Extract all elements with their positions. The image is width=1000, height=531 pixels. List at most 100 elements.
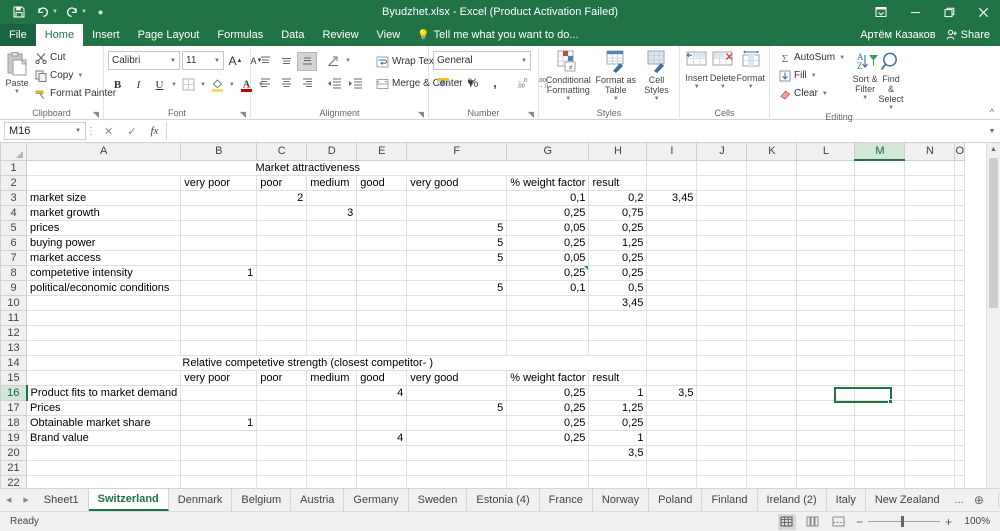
row-header-6[interactable]: 6: [0, 234, 27, 251]
cell-j14[interactable]: [696, 354, 748, 371]
cell-d20[interactable]: [306, 444, 358, 461]
cell-e22[interactable]: [356, 474, 408, 488]
number-format-box[interactable]: General ▼: [433, 51, 531, 70]
cell-b10[interactable]: [180, 294, 258, 311]
comma-style-button[interactable]: ,: [485, 73, 505, 92]
decrease-indent-button[interactable]: [324, 74, 344, 93]
cell-a22[interactable]: [25, 474, 182, 488]
cell-m3[interactable]: [854, 189, 906, 206]
cell-l20[interactable]: [796, 444, 856, 461]
cell-j16[interactable]: [696, 384, 748, 401]
cell-o17[interactable]: [954, 399, 965, 416]
cell-i20[interactable]: [646, 444, 698, 461]
cell-g17[interactable]: 0,25: [506, 399, 590, 416]
cell-f15[interactable]: very good: [406, 369, 508, 386]
cell-f9[interactable]: 5: [406, 279, 508, 296]
cell-n19[interactable]: [904, 429, 956, 446]
cell-a1-title[interactable]: Market attractiveness: [26, 159, 589, 176]
align-center-button[interactable]: [276, 74, 296, 93]
undo-icon[interactable]: [32, 2, 54, 22]
font-size-dropdown-icon[interactable]: ▼: [210, 58, 220, 64]
column-header-j[interactable]: J: [696, 143, 748, 161]
cell-o10[interactable]: [954, 294, 965, 311]
account-name[interactable]: Артём Казаков: [860, 29, 935, 41]
sheet-tab-new-zealand[interactable]: New Zealand: [865, 489, 949, 511]
align-left-button[interactable]: [255, 74, 275, 93]
cell-l3[interactable]: [796, 189, 856, 206]
font-name-box[interactable]: Calibri ▼: [108, 51, 180, 70]
format-as-table-dropdown-icon[interactable]: ▼: [613, 96, 619, 103]
cell-i8[interactable]: [646, 264, 698, 281]
cell-b11[interactable]: [180, 309, 258, 326]
sheet-tab-ireland-2[interactable]: Ireland (2): [757, 489, 827, 511]
cell-j18[interactable]: [696, 414, 748, 431]
cell-l18[interactable]: [796, 414, 856, 431]
cell-n11[interactable]: [904, 309, 956, 326]
cell-a18[interactable]: Obtainable market share: [25, 414, 182, 431]
cell-o8[interactable]: [954, 264, 965, 281]
cell-j7[interactable]: [696, 249, 748, 266]
share-button[interactable]: Share: [946, 29, 990, 41]
cell-k3[interactable]: [746, 189, 798, 206]
cell-n8[interactable]: [904, 264, 956, 281]
previous-sheet-icon[interactable]: ◀: [6, 496, 11, 504]
clear-dropdown-icon[interactable]: ▼: [822, 91, 828, 97]
cell-g19[interactable]: 0,25: [506, 429, 590, 446]
cell-l6[interactable]: [796, 234, 856, 251]
cell-m15[interactable]: [854, 369, 906, 386]
enter-icon[interactable]: ✓: [127, 125, 136, 138]
cell-j3[interactable]: [696, 189, 748, 206]
cell-i17[interactable]: [646, 399, 698, 416]
cell-g16[interactable]: 0,25: [506, 384, 590, 401]
cell-o14[interactable]: [954, 354, 965, 371]
cell-o19[interactable]: [954, 429, 965, 446]
sheet-tab-denmark[interactable]: Denmark: [168, 489, 233, 511]
add-sheet-icon[interactable]: ⊕: [970, 489, 988, 511]
cell-g13[interactable]: [506, 339, 590, 356]
sheet-tab-austria[interactable]: Austria: [291, 489, 345, 511]
zoom-slider[interactable]: − +: [856, 515, 952, 529]
cell-c20[interactable]: [256, 444, 308, 461]
cell-c15[interactable]: poor: [256, 369, 308, 386]
collapse-ribbon-button[interactable]: ^: [990, 107, 994, 117]
cell-n1[interactable]: [904, 159, 956, 176]
cell-i18[interactable]: [646, 414, 698, 431]
column-header-i[interactable]: I: [646, 143, 698, 161]
scroll-up-icon[interactable]: ▲: [987, 143, 1000, 157]
cell-styles-button[interactable]: Cell Styles ▼: [638, 48, 675, 102]
cell-b12[interactable]: [180, 324, 258, 341]
cell-f16[interactable]: [406, 384, 508, 401]
column-header-n[interactable]: N: [904, 143, 956, 161]
sheet-tab-italy[interactable]: Italy: [826, 489, 866, 511]
orientation-button[interactable]: [324, 52, 344, 71]
borders-dropdown-icon[interactable]: ▼: [200, 82, 206, 88]
cell-o15[interactable]: [954, 369, 965, 386]
cell-a21[interactable]: [25, 459, 182, 476]
cell-m11[interactable]: [854, 309, 906, 326]
percent-style-button[interactable]: %: [463, 73, 483, 92]
cell-d22[interactable]: [306, 474, 358, 488]
cell-f10[interactable]: [406, 294, 508, 311]
cell-b17[interactable]: [180, 399, 258, 416]
format-cells-button[interactable]: Format ▼: [736, 48, 765, 90]
cell-i13[interactable]: [646, 339, 698, 356]
format-as-table-button[interactable]: Format as Table ▼: [593, 48, 638, 102]
close-icon[interactable]: [966, 0, 1000, 24]
cell-d3[interactable]: [306, 189, 358, 206]
cell-o20[interactable]: [954, 444, 965, 461]
cell-l15[interactable]: [796, 369, 856, 386]
cell-i12[interactable]: [646, 324, 698, 341]
zoom-track[interactable]: [867, 516, 940, 527]
row-header-19[interactable]: 19: [0, 429, 27, 446]
cell-a5[interactable]: prices: [25, 219, 182, 236]
cell-f22[interactable]: [406, 474, 508, 488]
normal-view-icon[interactable]: [777, 513, 796, 530]
cell-b4[interactable]: [180, 204, 258, 221]
accounting-format-button[interactable]: $: [433, 73, 453, 92]
cell-b15[interactable]: very poor: [180, 369, 258, 386]
column-header-d[interactable]: D: [306, 143, 358, 161]
sheet-tab-norway[interactable]: Norway: [592, 489, 650, 511]
cell-c11[interactable]: [256, 309, 308, 326]
fill-button[interactable]: Fill ▼: [776, 67, 848, 84]
cell-a16[interactable]: Product fits to market demand: [25, 384, 182, 401]
